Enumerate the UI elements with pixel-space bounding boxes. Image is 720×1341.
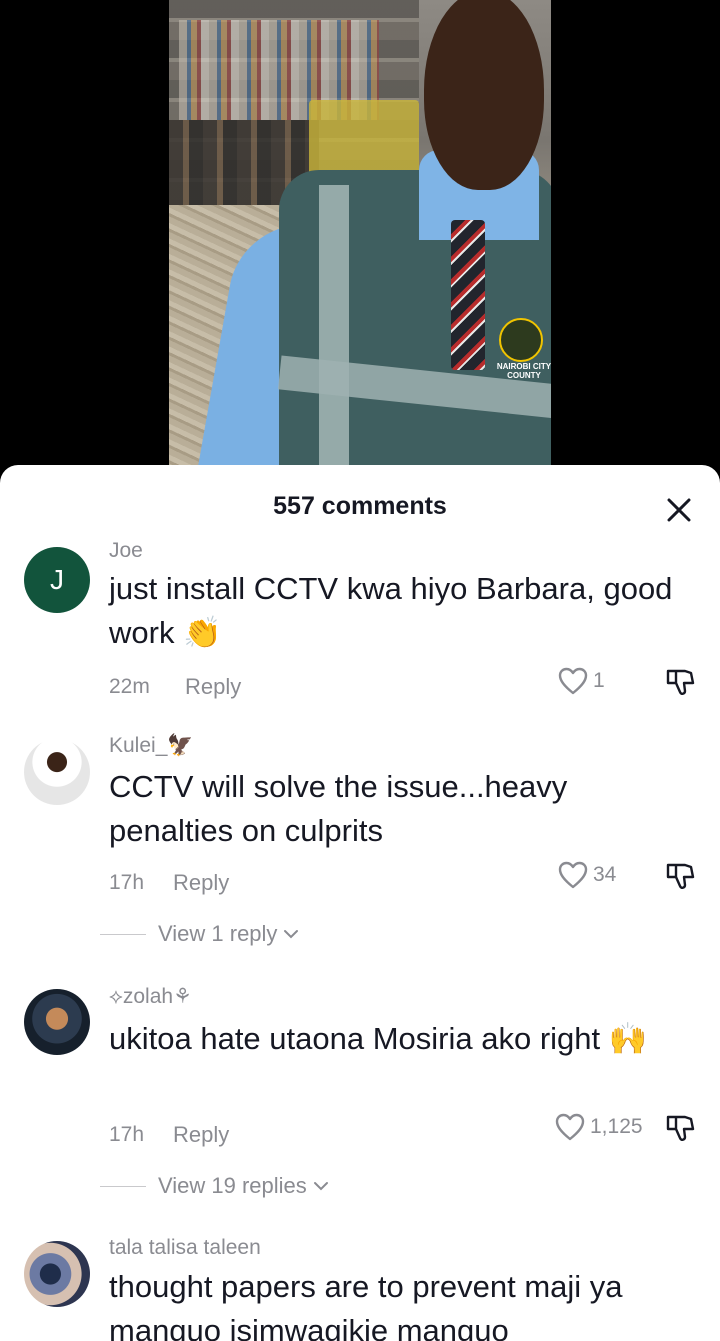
thumbs-down-icon [666, 863, 695, 889]
comment-username[interactable]: Joe [109, 539, 143, 563]
avatar[interactable]: J [24, 547, 90, 613]
view-replies-label: View 19 replies [158, 1173, 307, 1198]
comment-text: ukitoa hate utaona Mosiria ako right 🙌 [109, 1021, 648, 1056]
county-badge-icon [499, 318, 543, 362]
comments-count-title: 557 comments [273, 492, 447, 520]
comment-text: CCTV will solve the issue...heavy penalt… [109, 769, 568, 848]
view-replies-button[interactable]: View 1 reply [100, 921, 299, 947]
like-count: 1,125 [590, 1115, 643, 1138]
screen: NAIROBI CITY COUNTY 557 comments J Joe j… [0, 0, 720, 1341]
reply-button[interactable]: Reply [185, 674, 241, 700]
like-count: 1 [593, 669, 605, 692]
avatar[interactable] [24, 1241, 90, 1307]
like-button[interactable]: 1,125 [554, 1112, 643, 1142]
divider [100, 1185, 146, 1187]
comment-text: just install CCTV kwa hiyo Barbara, good… [109, 571, 673, 650]
view-replies-button[interactable]: View 19 replies [100, 1173, 329, 1199]
like-count: 34 [593, 863, 617, 886]
video-person-tie [451, 220, 485, 370]
video-vest-stripe [319, 185, 349, 470]
chevron-down-icon [313, 1182, 328, 1191]
thumbs-down-icon [666, 1115, 695, 1141]
comment-username[interactable]: Kulei_🦅 [109, 734, 194, 758]
dislike-button[interactable] [663, 665, 697, 699]
dislike-button[interactable] [663, 1111, 697, 1145]
comment-text: thought papers are to prevent maji ya ma… [109, 1269, 623, 1341]
heart-outline-icon [555, 1113, 585, 1141]
comment-time: 17h [109, 1123, 145, 1146]
dislike-button[interactable] [663, 859, 697, 893]
close-icon [667, 498, 691, 522]
close-button[interactable] [662, 493, 696, 527]
reply-button[interactable]: Reply [173, 870, 229, 896]
comment-item: tala talisa taleen thought papers are to… [0, 1233, 720, 1341]
view-replies-label: View 1 reply [158, 921, 278, 946]
like-button[interactable]: 1 [557, 666, 605, 696]
divider [100, 933, 146, 935]
comments-sheet: 557 comments J Joe just install CCTV kwa… [0, 465, 720, 1341]
heart-outline-icon [558, 667, 588, 695]
chevron-down-icon [284, 930, 299, 939]
comment-time: 17h [109, 871, 145, 894]
avatar[interactable] [24, 739, 90, 805]
badge-text: NAIROBI CITY COUNTY [496, 362, 551, 380]
like-button[interactable]: 34 [557, 860, 616, 890]
reply-button[interactable]: Reply [173, 1122, 229, 1148]
heart-outline-icon [558, 861, 588, 889]
thumbs-down-icon [666, 669, 695, 695]
comment-item: J Joe just install CCTV kwa hiyo Barbara… [0, 535, 720, 705]
comment-time: 22m [109, 675, 150, 698]
comment-item: Kulei_🦅 CCTV will solve the issue...heav… [0, 730, 720, 950]
video-person-head [424, 0, 544, 190]
comment-username[interactable]: ⟡zolah⚘ [109, 984, 192, 1009]
avatar[interactable] [24, 989, 90, 1055]
comment-item: ⟡zolah⚘ ukitoa hate utaona Mosiria ako r… [0, 980, 720, 1205]
comment-username[interactable]: tala talisa taleen [109, 1236, 261, 1260]
video-player[interactable]: NAIROBI CITY COUNTY [169, 0, 551, 470]
